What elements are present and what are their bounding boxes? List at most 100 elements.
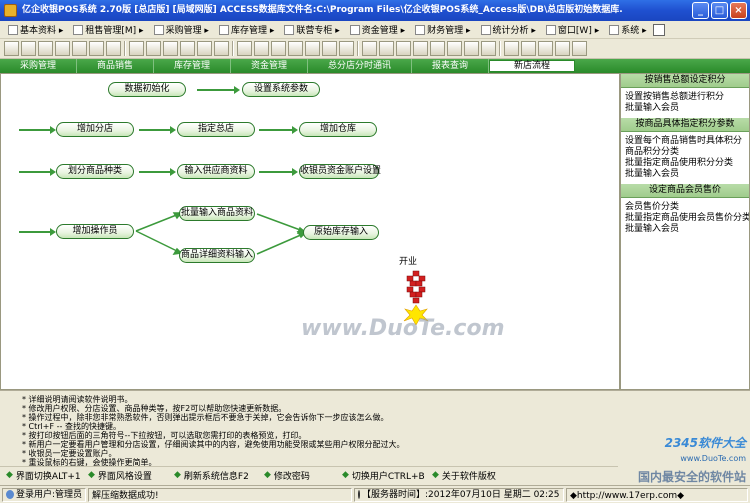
toolbar-button-icon[interactable] xyxy=(129,41,144,56)
toolbar-button-icon[interactable] xyxy=(481,41,496,56)
sidebar-section-title: 设定商品会员售价 xyxy=(621,184,749,198)
flow-node-add-operator[interactable]: 增加操作员 xyxy=(56,224,134,239)
toolbar-button-icon[interactable] xyxy=(538,41,553,56)
menu-finance[interactable]: 财务管理 ▸ xyxy=(411,22,474,38)
tab-funds[interactable]: 资金管理 xyxy=(231,59,308,73)
flow-node-categories[interactable]: 划分商品种类 xyxy=(56,164,134,179)
toolbar-button-icon[interactable] xyxy=(237,41,252,56)
sidebar-link[interactable]: 批量指定商品使用会员售价分类 xyxy=(621,213,749,224)
flow-node-add-branch[interactable]: 增加分店 xyxy=(56,122,134,137)
toolbar-button-icon[interactable] xyxy=(430,41,445,56)
toolbar-button-icon[interactable] xyxy=(4,41,19,56)
menu-funds[interactable]: 资金管理 ▸ xyxy=(346,22,409,38)
maximize-button[interactable]: □ xyxy=(711,2,728,19)
menu-basic-data[interactable]: 基本资料 ▸ xyxy=(4,22,67,38)
diamond-icon: ◆ xyxy=(264,470,271,480)
flow-arrow xyxy=(19,126,56,134)
toolbar-button-icon[interactable] xyxy=(555,41,570,56)
sidebar-link[interactable]: 设置每个商品销售时具体积分 xyxy=(621,136,749,147)
menu-label: 资金管理 ▸ xyxy=(361,26,406,36)
toolbar-button-icon[interactable] xyxy=(572,41,587,56)
sidebar-link[interactable]: 会员售价分类 xyxy=(621,202,749,213)
switch-ui-button[interactable]: ◆ 界面切换ALT+1 xyxy=(6,469,82,482)
ui-style-button[interactable]: ◆ 界面风格设置 xyxy=(88,469,168,482)
doc-icon xyxy=(73,24,84,35)
toolbar-button-icon[interactable] xyxy=(271,41,286,56)
flow-node-init[interactable]: 数据初始化 xyxy=(108,82,186,97)
toolbar-button-icon[interactable] xyxy=(464,41,479,56)
about-button[interactable]: ◆ 关于软件版权 xyxy=(432,469,512,482)
menu-label: 租售管理[M] ▸ xyxy=(85,26,144,36)
sidebar-link[interactable]: 设置按销售总额进行积分 xyxy=(621,92,749,103)
toolbar-button-icon[interactable] xyxy=(197,41,212,56)
toolbar-button-icon[interactable] xyxy=(254,41,269,56)
brand-line-3: 国内最安全的软件站 xyxy=(637,470,746,484)
menu-statistics[interactable]: 统计分析 ▸ xyxy=(477,22,540,38)
tab-reports[interactable]: 报表查询 xyxy=(412,59,489,73)
flow-node-batch-products[interactable]: 批量输入商品资料 xyxy=(179,206,255,221)
toolbar-button-icon[interactable] xyxy=(163,41,178,56)
sidebar-link[interactable]: 批量指定商品使用积分分类 xyxy=(621,158,749,169)
clock-icon xyxy=(358,490,360,499)
switch-user-button[interactable]: ◆ 切换用户CTRL+B xyxy=(342,469,426,482)
flow-node-sysparams[interactable]: 设置系统参数 xyxy=(242,82,320,97)
tip-line: * 修改用户权限、分店设置、商品种类等，按F2可以帮助您快速更新数据。 xyxy=(22,404,287,413)
sidebar-link[interactable]: 批量输入会员 xyxy=(621,103,749,114)
flow-arrow xyxy=(19,168,56,176)
change-password-button[interactable]: ◆ 修改密码 xyxy=(264,469,336,482)
menu-bar: 基本资料 ▸ 租售管理[M] ▸ 采购管理 ▸ 库存管理 ▸ 联营专柜 ▸ 资金… xyxy=(0,21,750,39)
toolbar-button-icon[interactable] xyxy=(55,41,70,56)
toolbar-button-icon[interactable] xyxy=(38,41,53,56)
toolbar-button-icon[interactable] xyxy=(379,41,394,56)
sidebar-link[interactable]: 批量输入会员 xyxy=(621,169,749,180)
sidebar-link[interactable]: 批量输入会员 xyxy=(621,224,749,235)
toolbar-button-icon[interactable] xyxy=(339,41,354,56)
menu-purchase[interactable]: 采购管理 ▸ xyxy=(150,22,213,38)
toolbar-button-icon[interactable] xyxy=(362,41,377,56)
toolbar-button-icon[interactable] xyxy=(413,41,428,56)
toolbar-button-icon[interactable] xyxy=(72,41,87,56)
exit-icon[interactable] xyxy=(652,23,665,36)
menu-label: 库存管理 ▸ xyxy=(230,26,275,36)
diamond-icon: ◆ xyxy=(174,470,181,480)
toolbar-button-icon[interactable] xyxy=(89,41,104,56)
toolbar-button-icon[interactable] xyxy=(180,41,195,56)
app-icon[interactable] xyxy=(4,4,17,17)
toolbar-button-icon[interactable] xyxy=(305,41,320,56)
tab-sales[interactable]: 商品销售 xyxy=(77,59,154,73)
status-website[interactable]: ◆http://www.17erp.com◆ xyxy=(566,487,748,502)
toolbar-button-icon[interactable] xyxy=(288,41,303,56)
toolbar-button-icon[interactable] xyxy=(396,41,411,56)
menu-window[interactable]: 窗口[W] ▸ xyxy=(542,22,603,38)
tab-new-store-flow[interactable]: 新店流程 xyxy=(489,60,575,72)
menu-label: 窗口[W] ▸ xyxy=(557,26,600,36)
toolbar-button-icon[interactable] xyxy=(106,41,121,56)
toolbar-button-icon[interactable] xyxy=(21,41,36,56)
toolbar-button-icon[interactable] xyxy=(214,41,229,56)
menu-system[interactable]: 系统 ▸ xyxy=(605,22,650,38)
flow-node-product-detail[interactable]: 商品详细资料输入 xyxy=(179,248,255,263)
menu-rental[interactable]: 租售管理[M] ▸ xyxy=(69,22,147,38)
status-login-user: 登录用户:管理员 xyxy=(2,487,86,502)
menu-inventory[interactable]: 库存管理 ▸ xyxy=(215,22,278,38)
toolbar-button-icon[interactable] xyxy=(447,41,462,56)
flow-arrow xyxy=(139,168,176,176)
refresh-info-button[interactable]: ◆ 刷新系统信息F2 xyxy=(174,469,258,482)
flow-node-suppliers[interactable]: 输入供应商资料 xyxy=(177,164,255,179)
minimize-button[interactable]: _ xyxy=(692,2,709,19)
flow-node-add-warehouse[interactable]: 增加仓库 xyxy=(299,122,377,137)
toolbar-button-icon[interactable] xyxy=(521,41,536,56)
sidebar-link[interactable]: 商品积分分类 xyxy=(621,147,749,158)
toolbar-button-icon[interactable] xyxy=(322,41,337,56)
close-button[interactable]: × xyxy=(730,2,747,19)
tab-inventory[interactable]: 库存管理 xyxy=(154,59,231,73)
tab-branch-sync[interactable]: 总分店分时通讯 xyxy=(308,59,412,73)
flow-node-opening-stock[interactable]: 原始库存输入 xyxy=(303,225,379,240)
connector-line xyxy=(135,230,180,253)
toolbar-button-icon[interactable] xyxy=(146,41,161,56)
toolbar-button-icon[interactable] xyxy=(504,41,519,56)
menu-counter[interactable]: 联营专柜 ▸ xyxy=(280,22,343,38)
flow-node-set-head[interactable]: 指定总店 xyxy=(177,122,255,137)
flow-node-cashier-accounts[interactable]: 收银员资金账户设置 xyxy=(299,164,381,179)
tab-purchase[interactable]: 采购管理 xyxy=(0,59,77,73)
